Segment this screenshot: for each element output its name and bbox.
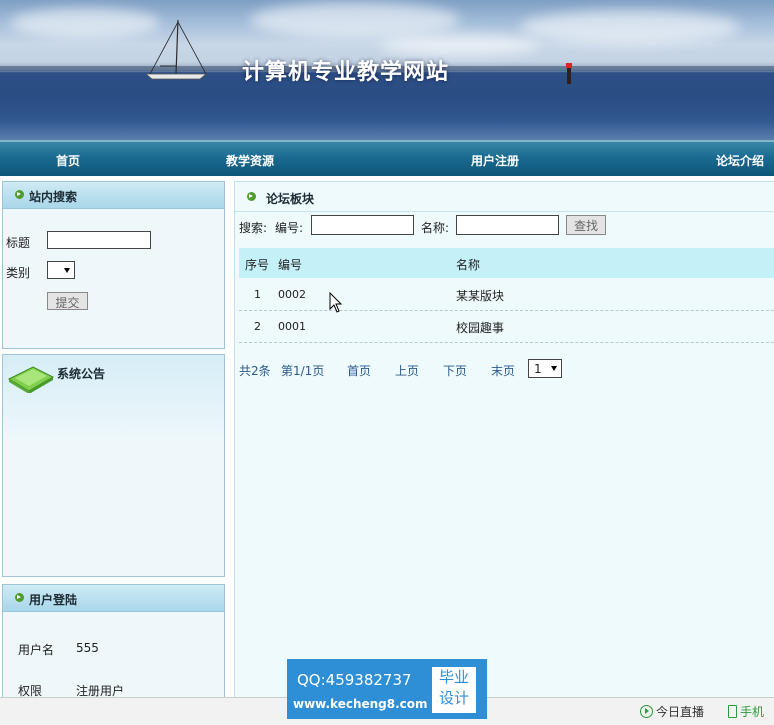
search-panel: 站内搜索 标题 类别 提交 — [2, 181, 225, 349]
prev-page-link[interactable]: 上页 — [395, 362, 419, 379]
row-name[interactable]: 某某版块 — [456, 287, 504, 304]
category-select[interactable] — [47, 261, 75, 279]
username-label: 用户名 — [18, 643, 55, 657]
main-nav: 首页 教学资源 用户注册 论坛介绍 — [0, 140, 774, 176]
cloud — [10, 8, 160, 38]
sailboat-image — [144, 19, 208, 80]
watermark-qq: QQ:459382737 — [297, 671, 412, 689]
submit-button[interactable]: 提交 — [47, 292, 88, 310]
header-banner: 计算机专业教学网站 — [0, 0, 774, 140]
arrow-bullet-icon — [247, 192, 256, 201]
row-name[interactable]: 校园趣事 — [456, 319, 504, 336]
chevron-down-icon — [551, 366, 557, 371]
name-label: 名称: — [421, 221, 450, 235]
buoy — [566, 63, 572, 84]
watermark-tag: 毕业 设计 — [432, 667, 476, 713]
cloud — [380, 34, 540, 56]
title-input[interactable] — [47, 231, 151, 249]
notice-panel: 系统公告 — [2, 354, 225, 577]
panel-header: 站内搜索 — [3, 182, 224, 209]
live-label: 今日直播 — [656, 705, 705, 719]
name-input[interactable] — [456, 215, 559, 235]
search-label: 搜索: — [239, 221, 268, 235]
forum-header: 论坛板块 — [235, 182, 774, 212]
table-row[interactable]: 1 0002 某某版块 — [239, 279, 774, 311]
mouse-cursor-icon — [329, 292, 343, 313]
panel-title: 用户登陆 — [29, 593, 78, 607]
chevron-down-icon — [64, 268, 70, 273]
login-panel: 用户登陆 用户名 555 权限 注册用户 — [2, 584, 225, 704]
nav-register[interactable]: 用户注册 — [471, 152, 519, 169]
panel-title: 站内搜索 — [29, 190, 78, 204]
forum-section: 论坛板块 搜索: 编号: 名称: 查找 序号 编号 名称 1 0002 某某版块… — [234, 181, 774, 701]
arrow-bullet-icon — [15, 190, 24, 199]
watermark-tag-line: 设计 — [438, 689, 469, 707]
title-label: 标题 — [6, 236, 31, 250]
phone-icon — [728, 705, 737, 718]
find-button[interactable]: 查找 — [566, 215, 606, 235]
watermark-url: www.kecheng8.com — [293, 697, 428, 711]
mobile-indicator[interactable]: 手机 — [728, 703, 764, 720]
code-label: 编号: — [275, 221, 304, 235]
forum-title: 论坛板块 — [266, 192, 315, 206]
next-page-link[interactable]: 下页 — [443, 362, 467, 379]
page-select[interactable]: 1 — [528, 359, 562, 378]
code-input[interactable] — [311, 215, 414, 235]
nav-resources[interactable]: 教学资源 — [226, 152, 274, 169]
play-icon — [640, 705, 653, 718]
nav-home[interactable]: 首页 — [56, 152, 80, 169]
page-select-value: 1 — [534, 362, 542, 376]
first-page-link[interactable]: 首页 — [347, 362, 371, 379]
table-row[interactable]: 2 0001 校园趣事 — [239, 311, 774, 343]
panel-title: 系统公告 — [57, 367, 106, 381]
row-index: 1 — [254, 288, 261, 301]
arrow-bullet-icon — [15, 593, 24, 602]
row-code: 0002 — [278, 288, 306, 301]
row-code: 0001 — [278, 320, 306, 333]
column-header: 编号 — [278, 258, 303, 272]
nav-forum-intro[interactable]: 论坛介绍 — [716, 152, 764, 169]
mobile-label: 手机 — [740, 705, 765, 719]
watermark-overlay: QQ:459382737 www.kecheng8.com 毕业 设计 — [287, 659, 487, 719]
total-count: 共2条 — [239, 364, 271, 378]
book-icon — [7, 366, 55, 393]
watermark-tag-line: 毕业 — [438, 668, 469, 686]
column-header: 名称 — [456, 258, 481, 272]
notice-header: 系统公告 — [3, 355, 224, 441]
panel-header: 用户登陆 — [3, 585, 224, 612]
category-label: 类别 — [6, 266, 31, 280]
row-index: 2 — [254, 320, 261, 333]
site-title: 计算机专业教学网站 — [242, 59, 450, 85]
table-header: 序号 编号 名称 — [239, 248, 774, 278]
cloud — [520, 10, 740, 44]
live-indicator[interactable]: 今日直播 — [640, 703, 704, 720]
cloud — [250, 2, 460, 38]
column-header: 序号 — [245, 258, 270, 272]
page-indicator: 第1/1页 — [281, 364, 325, 378]
last-page-link[interactable]: 末页 — [491, 362, 515, 379]
username-value: 555 — [76, 641, 99, 655]
